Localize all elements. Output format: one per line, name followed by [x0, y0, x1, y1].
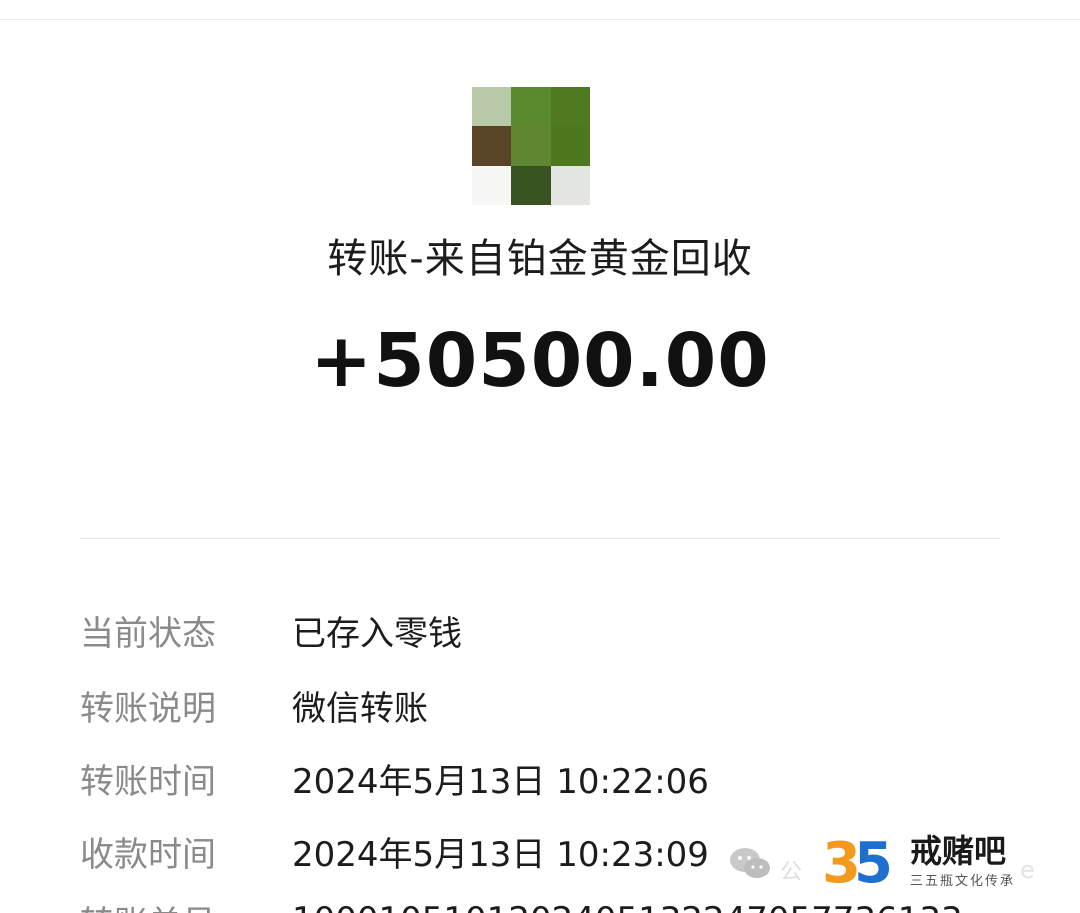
- transfer-number-value[interactable]: 1000105101202405132247057736133: [292, 900, 963, 913]
- avatar-pixel: [511, 87, 551, 127]
- avatar-pixel: [550, 126, 590, 166]
- avatar-pixel: [511, 126, 551, 166]
- avatar-pixel: [472, 126, 512, 166]
- avatar-pixel: [472, 165, 512, 205]
- description-label: 转账说明: [80, 688, 216, 729]
- section-divider: [80, 538, 1000, 539]
- watermark: 公 3 5 戒赌吧 三五瓶文化传承 e: [728, 826, 1058, 896]
- receive-time-value: 2024年5月13日 10:23:09: [292, 834, 709, 875]
- watermark-brand: 戒赌吧: [910, 832, 1007, 870]
- transfer-title: 转账-来自铂金黄金回收: [327, 236, 753, 282]
- transfer-time-value: 2024年5月13日 10:22:06: [292, 761, 709, 802]
- detail-row-transfer-time: 转账时间 2024年5月13日 10:22:06: [80, 753, 709, 803]
- description-value: 微信转账: [292, 688, 428, 729]
- avatar-pixel: [511, 165, 551, 205]
- detail-row-description: 转账说明 微信转账: [80, 680, 428, 730]
- receive-time-label: 收款时间: [80, 834, 216, 875]
- top-divider: [0, 19, 1080, 20]
- detail-row-status: 当前状态 已存入零钱: [80, 605, 462, 655]
- detail-row-transfer-number: 转账单号 1000105101202405132247057736133: [80, 895, 963, 913]
- transfer-time-label: 转账时间: [80, 761, 216, 802]
- wechat-icon: [730, 848, 770, 878]
- avatar-pixel: [550, 165, 590, 205]
- avatar-pixel: [472, 87, 512, 127]
- status-value: 已存入零钱: [292, 613, 462, 654]
- logo-35-icon: 3 5: [822, 831, 893, 890]
- transfer-detail-page: 转账-来自铂金黄金回收 +50500.00 当前状态 已存入零钱 转账说明 微信…: [0, 0, 1080, 913]
- avatar-pixel: [550, 87, 590, 127]
- watermark-faint-text: 公: [780, 860, 803, 885]
- detail-row-receive-time: 收款时间 2024年5月13日 10:23:09: [80, 826, 709, 876]
- watermark-faint-right: e: [1020, 856, 1035, 884]
- svg-text:5: 5: [854, 831, 893, 890]
- transfer-amount: +50500.00: [310, 318, 770, 404]
- watermark-subtitle: 三五瓶文化传承: [910, 874, 1016, 889]
- sender-avatar[interactable]: [472, 87, 590, 205]
- status-label: 当前状态: [80, 613, 216, 654]
- transfer-number-label: 转账单号: [80, 896, 292, 913]
